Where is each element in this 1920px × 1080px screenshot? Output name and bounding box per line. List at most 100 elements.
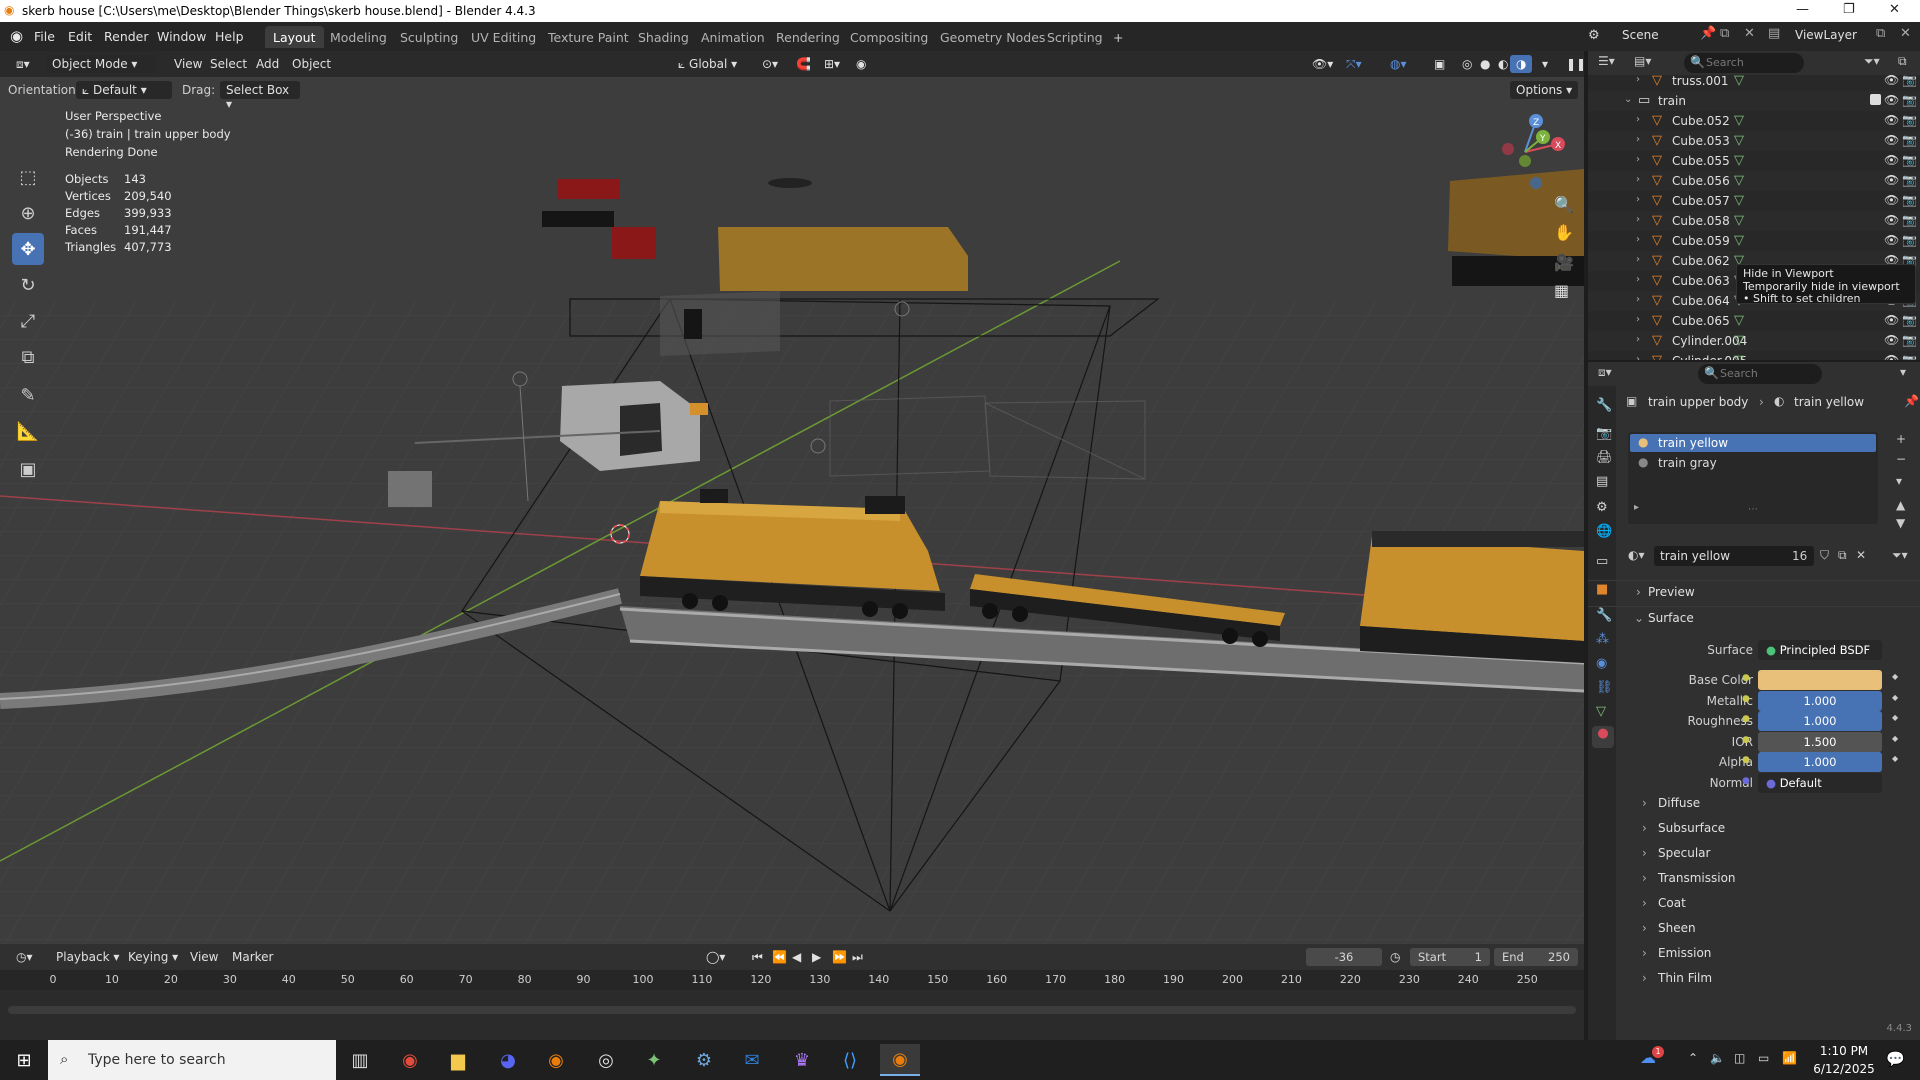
properties-search-input[interactable]: 🔍 Search: [1698, 364, 1822, 384]
shader-subsection[interactable]: › Sheen: [1588, 917, 1920, 939]
menu-add[interactable]: Add: [250, 55, 285, 73]
chevron-right-icon[interactable]: ›: [1636, 274, 1640, 285]
menu-file[interactable]: File: [34, 29, 55, 44]
chrome-icon[interactable]: ◉: [390, 1044, 430, 1076]
resize-handle-icon[interactable]: ⋯: [1748, 504, 1758, 515]
tab-uv-editing[interactable]: UV Editing: [463, 26, 544, 48]
action-center-icon[interactable]: 💬: [1886, 1050, 1905, 1068]
eye-icon[interactable]: 👁: [1884, 93, 1899, 107]
menu-view[interactable]: View: [168, 55, 208, 73]
editor-type-icon[interactable]: ⧈▾: [10, 55, 36, 73]
keyframe-dot-icon[interactable]: ◆: [1892, 754, 1898, 763]
move-up-icon[interactable]: ▲: [1896, 498, 1905, 512]
world-tab-icon[interactable]: 🌐: [1596, 524, 1612, 539]
move-down-icon[interactable]: ▼: [1896, 516, 1905, 530]
taskbar-search-input[interactable]: ⌕ Type here to search: [48, 1040, 336, 1080]
keyframe-dot-icon[interactable]: ◆: [1892, 734, 1898, 743]
transform-tool-icon[interactable]: ⧉: [12, 341, 44, 373]
steam-icon[interactable]: ⚙: [684, 1044, 724, 1076]
chevron-right-icon[interactable]: ›: [1636, 214, 1640, 225]
mesh-data-icon[interactable]: ▽: [1734, 173, 1744, 188]
remove-slot-icon[interactable]: −: [1896, 452, 1906, 466]
shading-options-icon[interactable]: ▾: [1536, 55, 1554, 73]
chevron-right-icon[interactable]: ›: [1636, 75, 1640, 85]
orientation-dropdown[interactable]: ⟀ Default ▾: [76, 81, 172, 99]
options-dropdown[interactable]: Options ▾: [1510, 81, 1579, 99]
scene-tab-icon[interactable]: ⚙: [1596, 500, 1608, 515]
mesh-data-icon[interactable]: ▽: [1734, 193, 1744, 208]
slot-specials-icon[interactable]: ▾: [1896, 474, 1902, 488]
outliner-item-name[interactable]: Cube.065: [1672, 314, 1730, 328]
prop-value-field[interactable]: 1.000: [1758, 752, 1882, 772]
tab-modeling[interactable]: Modeling: [322, 26, 395, 48]
blender-active-window-icon[interactable]: ◉: [880, 1044, 920, 1076]
scene-name[interactable]: Scene: [1622, 28, 1659, 42]
outliner-object-row[interactable]: › ▽ Cube.059 ▽ 👁 📷: [1588, 231, 1920, 251]
outliner-object-row[interactable]: ›▽Cylinder.005▽👁📷: [1588, 351, 1920, 360]
filter-icon[interactable]: ⏷▾: [1864, 54, 1880, 69]
discord-icon[interactable]: ◕: [488, 1044, 528, 1076]
display-mode-icon[interactable]: ▤▾: [1634, 54, 1651, 68]
outliner-item-name[interactable]: Cube.056: [1672, 174, 1730, 188]
black-block[interactable]: [542, 211, 614, 227]
blender-app-icon[interactable]: ◉: [536, 1044, 576, 1076]
sign-board[interactable]: [388, 471, 432, 507]
tab-geometry-nodes[interactable]: Geometry Nodes: [932, 26, 1053, 48]
chevron-right-icon[interactable]: ›: [1636, 314, 1640, 325]
scale-tool-icon[interactable]: ⤢: [12, 305, 44, 337]
output-tab-icon[interactable]: 🖨: [1596, 450, 1613, 465]
clock-icon[interactable]: ◷: [1384, 948, 1406, 966]
tool-tab-icon[interactable]: 🔧: [1596, 398, 1612, 413]
outliner-item-name[interactable]: train: [1658, 94, 1686, 108]
chevron-right-icon[interactable]: ›: [1636, 174, 1640, 185]
tab-scripting[interactable]: Scripting: [1039, 26, 1111, 48]
obs-icon[interactable]: ◎: [586, 1044, 626, 1076]
overlays-icon[interactable]: ◍▾: [1384, 55, 1413, 73]
network-icon[interactable]: 📶: [1782, 1051, 1797, 1065]
chevron-right-icon[interactable]: ›: [1636, 194, 1640, 205]
menu-render[interactable]: Render: [104, 29, 149, 44]
properties-editor-icon[interactable]: ⧈▾: [1598, 365, 1612, 380]
dark-box[interactable]: [684, 309, 702, 339]
collection-tab-icon[interactable]: ▭: [1596, 554, 1608, 569]
camera-render-icon[interactable]: 📷: [1902, 353, 1917, 360]
eye-icon[interactable]: 👁: [1884, 113, 1899, 127]
outliner-object-row[interactable]: › ▽ Cube.056 ▽ 👁 📷: [1588, 171, 1920, 191]
delete-view-layer-icon[interactable]: ✕: [1900, 26, 1911, 41]
tab-layout[interactable]: Layout: [265, 26, 324, 48]
eye-icon[interactable]: 👁: [1884, 333, 1899, 347]
rotate-tool-icon[interactable]: ↻: [12, 269, 44, 301]
measure-tool-icon[interactable]: 📐: [12, 415, 44, 447]
prop-value-field[interactable]: 1.000: [1758, 711, 1882, 731]
outliner-item-name[interactable]: Cube.062: [1672, 254, 1730, 268]
shader-subsection[interactable]: › Emission: [1588, 942, 1920, 964]
socket-icon[interactable]: ●: [1742, 735, 1750, 745]
outliner-item-name[interactable]: truss.001: [1672, 75, 1728, 88]
eye-icon[interactable]: 👁: [1884, 213, 1899, 227]
shader-subsection[interactable]: › Subsurface: [1588, 817, 1920, 839]
outliner-item-name[interactable]: Cube.058: [1672, 214, 1730, 228]
add-slot-icon[interactable]: +: [1896, 432, 1906, 446]
chevron-down-icon[interactable]: ⌄: [1624, 94, 1632, 105]
menu-keying[interactable]: Keying ▾: [122, 948, 184, 966]
menu-select[interactable]: Select: [204, 55, 253, 73]
shader-subsection[interactable]: › Specular: [1588, 842, 1920, 864]
socket-icon[interactable]: ●: [1742, 755, 1750, 765]
eye-icon[interactable]: 👁: [1884, 153, 1899, 167]
menu-edit[interactable]: Edit: [68, 29, 92, 44]
shading-rendered-icon[interactable]: ◑: [1510, 55, 1533, 73]
vscode-icon[interactable]: ⟨⟩: [830, 1044, 870, 1076]
play-reverse-icon[interactable]: ◀: [786, 948, 807, 966]
keyframe-dot-icon[interactable]: ◆: [1892, 713, 1898, 722]
mesh-data-icon[interactable]: ▽: [1734, 133, 1744, 148]
view-layer-tab-icon[interactable]: ▤: [1596, 474, 1608, 489]
viewport-scene[interactable]: [0, 51, 1584, 944]
add-cube-tool-icon[interactable]: ▣: [12, 453, 44, 485]
3d-viewport[interactable]: ⧈▾ Object Mode ▾ View Select Add Object …: [0, 51, 1584, 944]
outliner-search-input[interactable]: 🔍 Search: [1684, 53, 1804, 73]
app-icon[interactable]: ♛: [782, 1044, 822, 1076]
tab-shading[interactable]: Shading: [630, 26, 697, 48]
camera-render-icon[interactable]: 📷: [1902, 333, 1917, 347]
chevron-right-icon[interactable]: ›: [1636, 334, 1640, 345]
outliner-object-row[interactable]: › ▽ Cylinder.004 ▽ 👁 📷: [1588, 331, 1920, 351]
